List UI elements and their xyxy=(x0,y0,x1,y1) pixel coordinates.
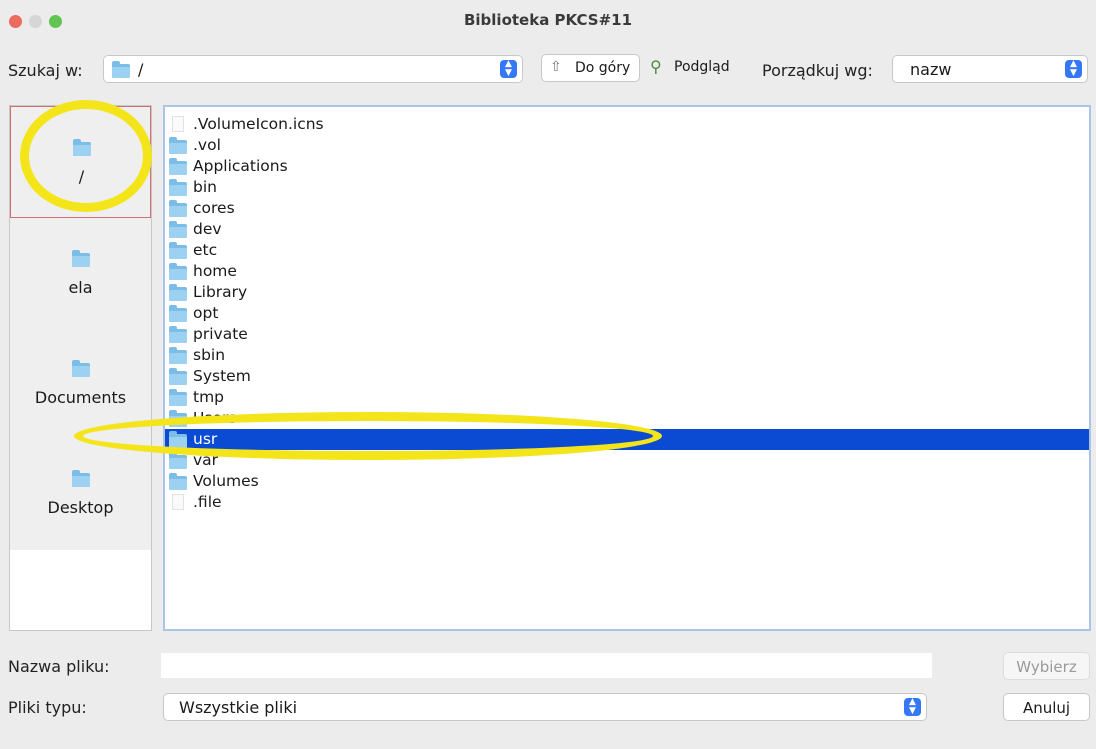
chevron-updown-icon: ▲ ▼ xyxy=(500,60,517,78)
folder-icon xyxy=(169,137,187,154)
sidebar-item-desktop[interactable]: Desktop xyxy=(10,438,151,550)
file-name: private xyxy=(193,325,248,343)
folder-icon xyxy=(169,305,187,322)
filename-input[interactable] xyxy=(161,653,932,678)
file-name: etc xyxy=(193,241,218,259)
cancel-button[interactable]: Anuluj xyxy=(1003,693,1090,721)
file-name: Applications xyxy=(193,157,288,175)
file-icon xyxy=(172,494,184,510)
file-name: .vol xyxy=(193,136,221,154)
file-list-row[interactable]: etc xyxy=(165,240,1089,261)
sidebar-item-label: Documents xyxy=(34,388,127,407)
title-bar: Biblioteka PKCS#11 xyxy=(0,0,1096,40)
sort-combo[interactable]: nazw ▲ ▼ xyxy=(892,55,1088,83)
highlight-ellipse-usr xyxy=(74,412,662,460)
folder-icon xyxy=(169,452,187,469)
file-name: bin xyxy=(193,178,217,196)
folder-icon xyxy=(72,250,90,267)
sidebar-item-label: Desktop xyxy=(47,498,114,517)
file-name: dev xyxy=(193,220,222,238)
file-list-row[interactable]: .file xyxy=(165,492,1089,513)
filename-label: Nazwa pliku: xyxy=(8,657,110,676)
file-list-row[interactable]: private xyxy=(165,324,1089,345)
folder-icon xyxy=(169,347,187,364)
sort-label: Porządkuj wg: xyxy=(762,61,873,80)
folder-icon xyxy=(169,200,187,217)
folder-icon xyxy=(169,389,187,406)
magnifier-icon: ⚲ xyxy=(650,57,662,76)
filetype-label: Pliki typu: xyxy=(8,698,87,717)
file-name: cores xyxy=(193,199,235,217)
file-name: sbin xyxy=(193,346,226,364)
folder-icon xyxy=(169,158,187,175)
up-button[interactable]: ⇧ Do góry xyxy=(541,54,640,82)
up-button-label: Do góry xyxy=(575,60,631,76)
look-in-combo[interactable]: / ▲ ▼ xyxy=(103,55,523,83)
filetype-value: Wszystkie pliki xyxy=(179,698,298,717)
file-list-row[interactable]: sbin xyxy=(165,345,1089,366)
folder-icon xyxy=(169,263,187,280)
filetype-combo[interactable]: Wszystkie pliki ▲ ▼ xyxy=(163,693,927,721)
file-list-row[interactable]: Volumes xyxy=(165,471,1089,492)
folder-icon xyxy=(169,242,187,259)
file-name: tmp xyxy=(193,388,225,406)
file-list-row[interactable]: Library xyxy=(165,282,1089,303)
look-in-value: / xyxy=(138,60,144,79)
look-in-label: Szukaj w: xyxy=(8,61,83,80)
file-list-row[interactable]: tmp xyxy=(165,387,1089,408)
file-list-row[interactable]: home xyxy=(165,261,1089,282)
file-list-row[interactable]: Applications xyxy=(165,156,1089,177)
file-list-row[interactable]: System xyxy=(165,366,1089,387)
file-list-row[interactable]: .VolumeIcon.icns xyxy=(165,114,1089,135)
folder-icon xyxy=(169,473,187,490)
file-name: Library xyxy=(193,283,248,301)
folder-icon xyxy=(72,470,90,487)
file-name: .file xyxy=(193,493,222,511)
file-list-row[interactable]: bin xyxy=(165,177,1089,198)
folder-icon xyxy=(169,368,187,385)
file-name: System xyxy=(193,367,251,385)
file-name: .VolumeIcon.icns xyxy=(193,115,324,133)
folder-icon xyxy=(169,326,187,343)
folder-icon xyxy=(112,61,130,78)
folder-icon xyxy=(169,284,187,301)
highlight-ellipse-root xyxy=(20,100,152,212)
file-list-row[interactable]: dev xyxy=(165,219,1089,240)
file-list[interactable]: .VolumeIcon.icns .vol Applications bin cores… xyxy=(163,105,1091,631)
file-name: Volumes xyxy=(193,472,259,490)
chevron-updown-icon: ▲ ▼ xyxy=(904,698,921,716)
chevron-updown-icon: ▲ ▼ xyxy=(1065,60,1082,78)
folder-icon xyxy=(169,179,187,196)
choose-button[interactable]: Wybierz xyxy=(1003,652,1090,680)
preview-button-label: Podgląd xyxy=(674,59,730,75)
folder-icon xyxy=(72,360,90,377)
sidebar-item-label: ela xyxy=(68,278,93,297)
arrow-up-icon: ⇧ xyxy=(550,59,562,75)
sort-value: nazw xyxy=(910,60,952,79)
file-list-row[interactable]: opt xyxy=(165,303,1089,324)
file-name: home xyxy=(193,262,237,280)
folder-icon xyxy=(169,221,187,238)
file-icon xyxy=(172,116,184,132)
file-name: opt xyxy=(193,304,219,322)
preview-button[interactable]: ⚲ Podgląd xyxy=(648,54,738,82)
file-list-row[interactable]: cores xyxy=(165,198,1089,219)
sidebar-item-ela[interactable]: ela xyxy=(10,218,151,330)
window-title: Biblioteka PKCS#11 xyxy=(463,11,633,29)
file-list-row[interactable]: .vol xyxy=(165,135,1089,156)
